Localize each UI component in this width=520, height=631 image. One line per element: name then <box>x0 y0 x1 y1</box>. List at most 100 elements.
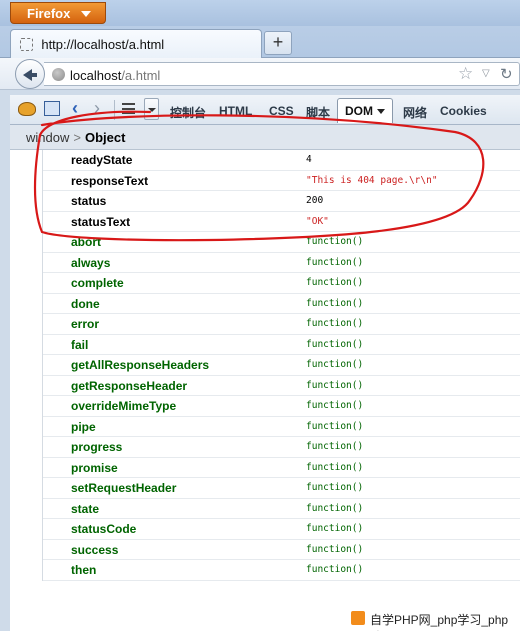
function-row[interactable]: getAllResponseHeaders function() <box>43 355 520 376</box>
property-row[interactable]: responseText "This is 404 page.\r\n" <box>43 171 520 191</box>
property-value[interactable]: function() <box>306 421 363 432</box>
function-row[interactable]: overrideMimeType function() <box>43 396 520 417</box>
back-button[interactable] <box>15 59 45 89</box>
function-row[interactable]: fail function() <box>43 335 520 355</box>
property-name[interactable]: pipe <box>71 420 96 434</box>
property-value[interactable]: function() <box>306 380 363 391</box>
property-value[interactable]: function() <box>306 257 363 268</box>
bookmark-star-icon[interactable]: ☆ <box>458 64 473 84</box>
property-value[interactable]: function() <box>306 277 363 288</box>
property-name[interactable]: status <box>71 194 106 208</box>
property-value[interactable]: function() <box>306 318 363 329</box>
reload-icon[interactable]: ↻ <box>500 65 513 83</box>
property-name[interactable]: overrideMimeType <box>71 399 176 413</box>
tab-strip: http://localhost/a.html + <box>0 26 520 58</box>
firefox-menu-button[interactable]: Firefox <box>10 2 106 24</box>
url-host: localhost <box>70 68 122 83</box>
property-value[interactable]: function() <box>306 400 363 411</box>
property-value[interactable]: function() <box>306 441 363 452</box>
property-name[interactable]: statusText <box>71 215 130 229</box>
function-row[interactable]: setRequestHeader function() <box>43 478 520 499</box>
property-row[interactable]: status 200 <box>43 191 520 212</box>
property-name[interactable]: complete <box>71 276 124 290</box>
menu-icon[interactable] <box>122 103 135 114</box>
property-value[interactable]: function() <box>306 564 363 575</box>
property-row[interactable]: readyState 4 <box>43 150 520 171</box>
back-arrow-stem <box>30 73 37 77</box>
watermark-text: 自学PHP网_php学习_php教 <box>370 613 509 631</box>
property-value[interactable]: function() <box>306 339 363 350</box>
title-bar: Firefox <box>0 0 520 26</box>
function-row[interactable]: then function() <box>43 560 520 581</box>
url-bar[interactable]: localhost/a.html ☆ ▽ ↻ <box>44 62 520 86</box>
function-row[interactable]: complete function() <box>43 273 520 294</box>
property-name[interactable]: done <box>71 297 100 311</box>
function-row[interactable]: progress function() <box>43 437 520 458</box>
tab-console[interactable]: 控制台 <box>170 104 206 121</box>
property-name[interactable]: then <box>71 563 96 577</box>
property-value[interactable]: 200 <box>306 195 323 206</box>
function-row[interactable]: statusCode function() <box>43 519 520 540</box>
back-chevron-icon[interactable]: ‹ <box>72 98 78 119</box>
function-row[interactable]: state function() <box>43 499 520 519</box>
property-value[interactable]: 4 <box>306 154 312 165</box>
property-value[interactable]: "OK" <box>306 216 329 227</box>
property-name[interactable]: readyState <box>71 153 132 167</box>
breadcrumb-object[interactable]: Object <box>85 130 125 145</box>
function-row[interactable]: getResponseHeader function() <box>43 376 520 396</box>
property-name[interactable]: always <box>71 256 110 270</box>
function-row[interactable]: done function() <box>43 294 520 314</box>
breadcrumb-separator: > <box>73 130 81 145</box>
function-row[interactable]: always function() <box>43 253 520 273</box>
property-name[interactable]: setRequestHeader <box>71 481 176 495</box>
breadcrumb-window[interactable]: window <box>26 130 69 145</box>
property-name[interactable]: progress <box>71 440 122 454</box>
property-value[interactable]: function() <box>306 482 363 493</box>
property-value[interactable]: function() <box>306 298 363 309</box>
property-name[interactable]: error <box>71 317 99 331</box>
forward-chevron-icon[interactable]: › <box>94 98 100 119</box>
property-value[interactable]: "This is 404 page.\r\n" <box>306 175 438 186</box>
property-value[interactable]: function() <box>306 359 363 370</box>
chevron-down-icon <box>81 11 91 17</box>
breadcrumb: window > Object <box>10 125 520 150</box>
blank-page-icon <box>20 38 33 51</box>
property-name[interactable]: responseText <box>71 174 148 188</box>
property-name[interactable]: promise <box>71 461 118 475</box>
function-row[interactable]: success function() <box>43 540 520 560</box>
firebug-icon[interactable] <box>18 102 36 116</box>
url-path: /a.html <box>121 68 161 83</box>
function-row[interactable]: promise function() <box>43 458 520 478</box>
property-name[interactable]: fail <box>71 338 88 352</box>
function-row[interactable]: error function() <box>43 314 520 335</box>
tab-cookies[interactable]: Cookies <box>440 104 487 118</box>
function-row[interactable]: abort function() <box>43 232 520 253</box>
property-value[interactable]: function() <box>306 523 363 534</box>
tab-html[interactable]: HTML <box>219 104 252 118</box>
property-row[interactable]: statusText "OK" <box>43 212 520 232</box>
tab-script[interactable]: 脚本 <box>306 104 330 121</box>
tab-title: http://localhost/a.html <box>41 37 165 52</box>
php-logo-icon <box>351 611 365 625</box>
property-name[interactable]: abort <box>71 235 101 249</box>
inspect-icon[interactable] <box>44 101 60 116</box>
property-name[interactable]: state <box>71 502 99 516</box>
property-name[interactable]: getResponseHeader <box>71 379 187 393</box>
new-tab-button[interactable]: + <box>264 31 292 55</box>
property-name[interactable]: success <box>71 543 118 557</box>
property-name[interactable]: statusCode <box>71 522 136 536</box>
panel-dropdown-button[interactable] <box>144 98 159 120</box>
property-value[interactable]: function() <box>306 503 363 514</box>
tab-css[interactable]: CSS <box>269 104 294 118</box>
tab-network[interactable]: 网络 <box>403 104 427 121</box>
dom-property-list: readyState 4 responseText "This is 404 page… <box>42 150 520 581</box>
property-value[interactable]: function() <box>306 236 363 247</box>
property-name[interactable]: getAllResponseHeaders <box>71 358 209 372</box>
history-dropdown-icon[interactable]: ▽ <box>482 68 490 79</box>
tab-dom[interactable]: DOM <box>337 98 393 123</box>
browser-tab[interactable]: http://localhost/a.html <box>10 29 262 58</box>
function-row[interactable]: pipe function() <box>43 417 520 437</box>
property-value[interactable]: function() <box>306 544 363 555</box>
caret-down-icon <box>377 109 385 114</box>
property-value[interactable]: function() <box>306 462 363 473</box>
